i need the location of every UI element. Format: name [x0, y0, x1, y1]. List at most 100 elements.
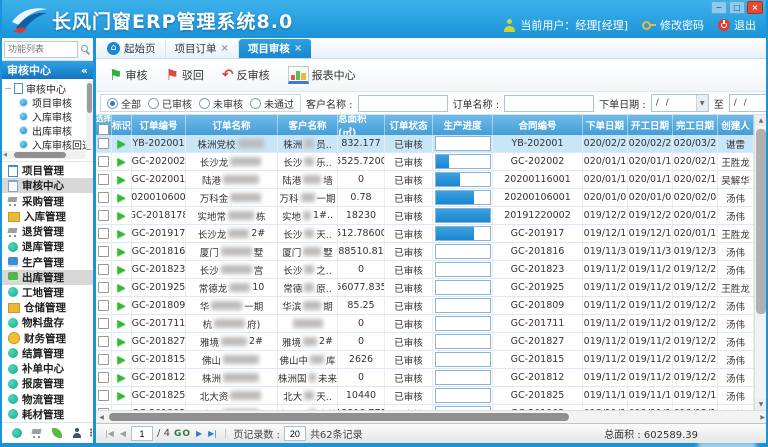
radio-已审核[interactable]: 已审核 — [148, 96, 192, 111]
table-row[interactable]: ▶GC-201823长沙宫长沙之..0已审核GC-2018232019/11/2… — [96, 261, 754, 279]
column-header-order-status[interactable]: 订单状态 — [385, 115, 433, 135]
horizontal-scrollbar[interactable]: ◀ ▶ — [96, 410, 766, 423]
sidebar-item-补单中心[interactable]: 补单中心 — [2, 361, 93, 376]
column-header-creator[interactable]: 创建人 — [718, 115, 754, 135]
row-checkbox[interactable] — [98, 336, 109, 347]
table-row[interactable]: ▶GC-201917长沙龙2#长沙天..8512.78600..已审核GC-20… — [96, 225, 754, 243]
radio-icon[interactable] — [148, 98, 159, 109]
page-size-input[interactable] — [284, 426, 306, 441]
scrollbar-thumb[interactable] — [756, 129, 766, 314]
select-all-checkbox[interactable] — [98, 124, 109, 135]
column-header-customer-name[interactable]: 客户名称 — [278, 115, 338, 135]
sidebar-item-财务管理[interactable]: 财务管理 — [2, 331, 93, 346]
go-button[interactable]: GO — [174, 429, 191, 439]
person-icon[interactable] — [72, 428, 82, 438]
scroll-down-icon[interactable]: ▼ — [755, 399, 766, 410]
row-checkbox[interactable] — [98, 246, 109, 257]
minimize-button[interactable]: − — [711, 1, 727, 14]
sidebar-item-入库管理[interactable]: 入库管理 — [2, 209, 93, 224]
column-header-progress[interactable]: 生产进度 — [433, 115, 493, 135]
sidebar-panel-header[interactable]: 审核中心 « — [2, 61, 93, 79]
vertical-scrollbar[interactable]: ▲ ▼ — [754, 115, 766, 410]
column-header-order-name[interactable]: 订单名称 — [186, 115, 278, 135]
row-checkbox[interactable] — [98, 282, 109, 293]
tree-item-出库审核[interactable]: 出库审核 — [5, 123, 93, 137]
chevron-down-icon[interactable]: ▼ — [696, 95, 708, 111]
radio-icon[interactable] — [199, 98, 210, 109]
unapprove-button[interactable]: ↶反审核 — [213, 62, 279, 88]
radio-未审核[interactable]: 未审核 — [199, 96, 243, 111]
table-row[interactable]: ▶GC-201827雅境2#雅境2#0已审核GC-2018272019/11/2… — [96, 333, 754, 351]
table-row[interactable]: ▶YB-202001株洲党校株洲员..832.177已审核YB-20200120… — [96, 135, 754, 153]
maximize-button[interactable]: □ — [729, 1, 745, 14]
row-checkbox[interactable] — [98, 192, 109, 203]
function-search-input[interactable] — [4, 41, 78, 58]
sidebar-item-报废管理[interactable]: 报废管理 — [2, 376, 93, 391]
table-row[interactable]: ▶GC-202001陆港陆港墙0已审核202001160012020/01/16… — [96, 171, 754, 189]
table-row[interactable]: ▶GC-201809华一期华滨期85.25已审核GC-2018092019/11… — [96, 297, 754, 315]
sidebar-item-结算管理[interactable]: 结算管理 — [2, 346, 93, 361]
tab-project-audit[interactable]: 项目审核× — [239, 39, 311, 58]
row-checkbox[interactable] — [98, 228, 109, 239]
next-page-button[interactable]: ▶ — [195, 429, 203, 438]
row-checkbox[interactable] — [98, 138, 109, 149]
column-header-order-date[interactable]: 下单日期 — [583, 115, 628, 135]
sidebar-item-项目管理[interactable]: 项目管理 — [2, 163, 93, 178]
column-header-total-area[interactable]: 总面积(㎡) — [338, 115, 385, 135]
scroll-left-icon[interactable]: ◀ — [2, 152, 8, 158]
sidebar-item-物料盘存[interactable]: 物料盘存 — [2, 315, 93, 330]
change-password-button[interactable]: 修改密码 — [642, 17, 704, 33]
row-checkbox[interactable] — [98, 210, 109, 221]
column-header-finish-date[interactable]: 完工日期 — [673, 115, 718, 135]
dot-teal-icon[interactable] — [12, 428, 22, 438]
table-row[interactable]: ▶GC-201812株洲株洲国未来0已审核GC-2018122019/11/20… — [96, 369, 754, 387]
first-page-button[interactable]: |◀ — [104, 429, 115, 438]
row-checkbox[interactable] — [98, 318, 109, 329]
radio-icon[interactable] — [107, 98, 118, 109]
order-name-input[interactable] — [504, 95, 594, 112]
cart-icon[interactable] — [32, 428, 42, 438]
tree-item-入库审核回退[interactable]: 入库审核回退 — [5, 137, 93, 151]
sidebar-item-物流管理[interactable]: 物流管理 — [2, 392, 93, 407]
column-header-flag[interactable]: 标识 — [112, 115, 132, 135]
tree-item-项目审核[interactable]: 项目审核 — [5, 95, 93, 109]
prev-page-button[interactable]: ◀ — [119, 429, 127, 438]
tab-project-orders[interactable]: 项目订单× — [166, 39, 239, 58]
table-row[interactable]: ▶20200106001万科金万科一期0.78已审核20200106001202… — [96, 189, 754, 207]
leaf-icon[interactable] — [52, 428, 62, 438]
radio-全部[interactable]: 全部 — [107, 96, 141, 111]
sidebar-item-退货管理[interactable]: 退货管理 — [2, 224, 93, 239]
table-row[interactable]: ▶GC-201711杭府)0已审核GC-2017112019/11/202019… — [96, 315, 754, 333]
tab-close-icon[interactable]: × — [294, 43, 302, 54]
tree-root[interactable]: 审核中心 — [5, 81, 93, 95]
row-checkbox[interactable] — [98, 390, 109, 401]
row-checkbox[interactable] — [98, 156, 109, 167]
scroll-left-icon[interactable]: ◀ — [96, 414, 107, 421]
table-row[interactable]: ▶GC-2018178实地常栋实地1#..18230已审核20191220002… — [96, 207, 754, 225]
table-row[interactable]: ▶GC-201825北大资北大天..10440已审核GC-2018252019/… — [96, 387, 754, 405]
table-row[interactable]: ▶GC-201815佛山佛山中库2626已审核GC-2018152019/11/… — [96, 351, 754, 369]
row-checkbox[interactable] — [98, 174, 109, 185]
sidebar-item-退库管理[interactable]: 退库管理 — [2, 239, 93, 254]
sidebar-item-采购管理[interactable]: 采购管理 — [2, 193, 93, 208]
collapse-icon[interactable]: « — [81, 64, 88, 77]
scrollbar-thumb[interactable] — [109, 413, 569, 421]
report-center-button[interactable]: 报表中心 — [279, 62, 365, 88]
row-checkbox[interactable] — [98, 300, 109, 311]
sidebar-item-仓储管理[interactable]: 仓储管理 — [2, 300, 93, 315]
order-date-from-picker[interactable]: / /▼ — [651, 94, 709, 112]
table-row[interactable]: ▶GC-201816厦门墅厦门墅188510.818已审核GC-20181620… — [96, 243, 754, 261]
tree-horizontal-scrollbar[interactable]: ◀ — [2, 151, 86, 159]
sidebar-item-生产管理[interactable]: 生产管理 — [2, 254, 93, 269]
sidebar-item-工地管理[interactable]: 工地管理 — [2, 285, 93, 300]
column-header-order-no[interactable]: 订单编号 — [132, 115, 186, 135]
row-checkbox[interactable] — [98, 372, 109, 383]
scroll-up-icon[interactable]: ▲ — [755, 115, 766, 126]
sidebar-item-耗材管理[interactable]: 耗材管理 — [2, 407, 93, 422]
last-page-button[interactable]: ▶| — [207, 429, 218, 438]
table-row[interactable]: ▶GC-202002长沙龙长沙乐..65525.7200..已审核GC-2020… — [96, 153, 754, 171]
column-header-contract-no[interactable]: 合同编号 — [493, 115, 583, 135]
column-header-select[interactable]: 选择 — [96, 115, 112, 135]
scroll-right-icon[interactable]: ▶ — [760, 414, 765, 421]
row-checkbox[interactable] — [98, 264, 109, 275]
